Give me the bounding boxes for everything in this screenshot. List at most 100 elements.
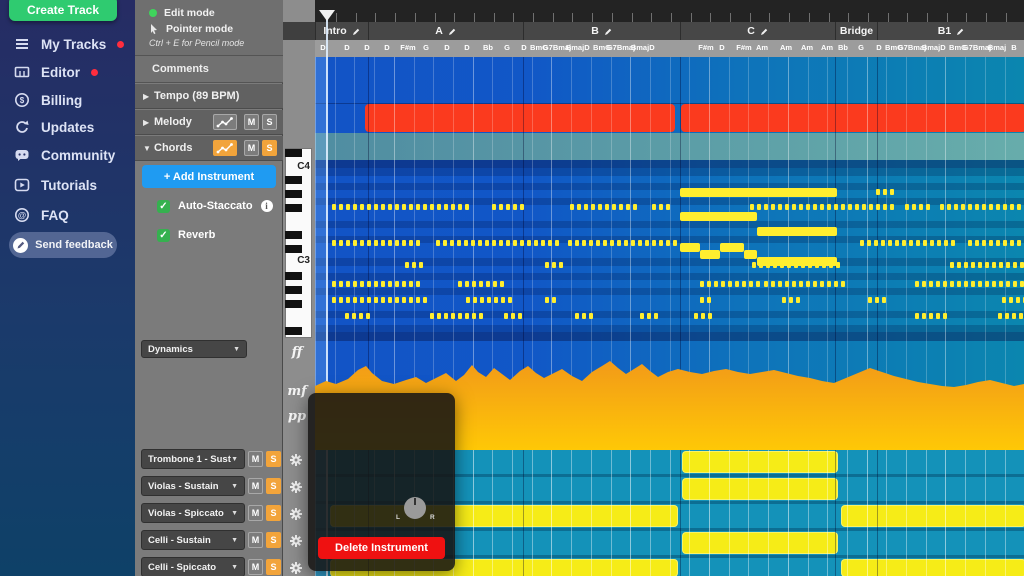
note[interactable]: [916, 240, 920, 246]
note[interactable]: [570, 204, 574, 210]
melody-mute-button[interactable]: M: [244, 114, 259, 130]
note[interactable]: [936, 281, 940, 287]
note[interactable]: [508, 297, 512, 303]
lane-block[interactable]: [682, 478, 838, 500]
note[interactable]: [545, 262, 549, 268]
note[interactable]: [950, 281, 954, 287]
note[interactable]: [638, 240, 642, 246]
note[interactable]: [855, 204, 859, 210]
note[interactable]: [603, 240, 607, 246]
chord-label[interactable]: F#m: [698, 43, 713, 52]
note[interactable]: [332, 204, 336, 210]
note[interactable]: [645, 240, 649, 246]
note[interactable]: [978, 262, 982, 268]
note[interactable]: [612, 204, 616, 210]
note[interactable]: [834, 204, 838, 210]
note[interactable]: [575, 313, 579, 319]
note[interactable]: [985, 281, 989, 287]
note[interactable]: [419, 262, 423, 268]
note[interactable]: [756, 281, 760, 287]
sidebar-item-faq[interactable]: @ FAQ: [0, 203, 135, 227]
sidebar-item-my-tracks[interactable]: My Tracks: [0, 32, 135, 56]
note[interactable]: [957, 262, 961, 268]
note[interactable]: [360, 204, 364, 210]
info-icon[interactable]: i: [261, 200, 273, 212]
note[interactable]: [487, 297, 491, 303]
note[interactable]: [820, 281, 824, 287]
note[interactable]: [868, 297, 872, 303]
note[interactable]: [480, 297, 484, 303]
note[interactable]: [975, 240, 979, 246]
note[interactable]: [374, 297, 378, 303]
note[interactable]: [548, 240, 552, 246]
note[interactable]: [968, 240, 972, 246]
section-a[interactable]: A: [368, 22, 523, 40]
chord-label[interactable]: Bb: [483, 43, 493, 52]
note[interactable]: [388, 204, 392, 210]
note[interactable]: [584, 204, 588, 210]
note[interactable]: [464, 240, 468, 246]
note[interactable]: [402, 297, 406, 303]
note[interactable]: [964, 262, 968, 268]
note[interactable]: [971, 262, 975, 268]
melody-clip[interactable]: [681, 104, 1024, 132]
chord-label[interactable]: F#m: [736, 43, 751, 52]
note[interactable]: [575, 240, 579, 246]
note[interactable]: [591, 204, 595, 210]
note[interactable]: [395, 240, 399, 246]
note[interactable]: [457, 240, 461, 246]
comments-row[interactable]: Comments: [135, 56, 283, 83]
note[interactable]: [728, 281, 732, 287]
note[interactable]: [998, 313, 1002, 319]
note[interactable]: [701, 313, 705, 319]
note[interactable]: [423, 297, 427, 303]
note[interactable]: [504, 313, 508, 319]
instrument-dropdown[interactable]: Celli - Spiccato▼: [141, 557, 245, 576]
note[interactable]: [511, 313, 515, 319]
note[interactable]: [559, 262, 563, 268]
note[interactable]: [700, 281, 704, 287]
pencil-icon[interactable]: [352, 27, 361, 36]
chord-label[interactable]: Bb: [838, 43, 848, 52]
note[interactable]: [971, 281, 975, 287]
note[interactable]: [631, 240, 635, 246]
chord-label[interactable]: D: [464, 43, 469, 52]
note[interactable]: [922, 313, 926, 319]
ruler-bar[interactable]: [315, 0, 1024, 22]
note[interactable]: [486, 281, 490, 287]
note[interactable]: [944, 240, 948, 246]
note[interactable]: [890, 204, 894, 210]
note[interactable]: [568, 240, 572, 246]
note[interactable]: [545, 297, 549, 303]
chord-label[interactable]: G: [423, 43, 429, 52]
note[interactable]: [444, 313, 448, 319]
chord-bar[interactable]: DDDDF#mGDDBbGDBmGG7BmajBmajDBmGG7BmajBma…: [315, 40, 1024, 57]
note[interactable]: [659, 204, 663, 210]
checkbox-checked-icon[interactable]: ✓: [157, 200, 170, 213]
note[interactable]: [919, 204, 923, 210]
note[interactable]: [874, 240, 878, 246]
note-bar[interactable]: [757, 257, 837, 266]
note[interactable]: [430, 204, 434, 210]
note[interactable]: [890, 189, 894, 195]
chord-label[interactable]: Bmaj: [566, 43, 584, 52]
note[interactable]: [374, 281, 378, 287]
note[interactable]: [552, 262, 556, 268]
note[interactable]: [423, 204, 427, 210]
note[interactable]: [700, 297, 704, 303]
note[interactable]: [694, 313, 698, 319]
note[interactable]: [381, 281, 385, 287]
note[interactable]: [395, 297, 399, 303]
note[interactable]: [494, 297, 498, 303]
section-c[interactable]: C: [680, 22, 835, 40]
note[interactable]: [1016, 297, 1020, 303]
chord-label[interactable]: Bmaj: [922, 43, 940, 52]
note[interactable]: [1003, 204, 1007, 210]
note[interactable]: [1017, 240, 1021, 246]
note[interactable]: [479, 313, 483, 319]
chord-label[interactable]: Am: [801, 43, 813, 52]
note[interactable]: [964, 281, 968, 287]
note[interactable]: [975, 204, 979, 210]
note[interactable]: [500, 281, 504, 287]
pencil-icon[interactable]: [760, 27, 769, 36]
